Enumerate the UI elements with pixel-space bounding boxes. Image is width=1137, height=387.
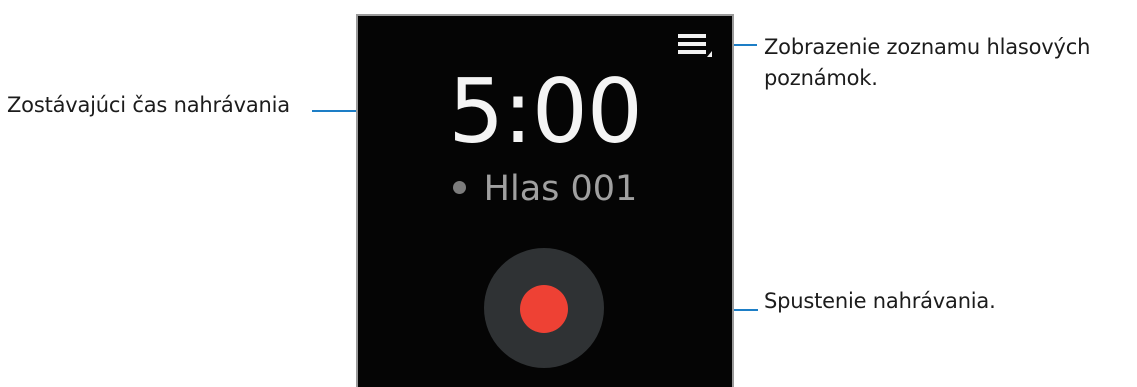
remaining-time-display: 5:00 (448, 60, 643, 163)
callout-voice-list-line2: poznámok. (764, 66, 878, 90)
record-dot-icon (520, 285, 568, 333)
recording-name-row: Hlas 001 (358, 168, 732, 210)
record-button[interactable] (484, 248, 604, 368)
list-menu-icon (678, 34, 712, 57)
recording-status-dot-icon (452, 180, 466, 194)
voice-memo-screen: 5:00 Hlas 001 (356, 14, 734, 387)
recording-name: Hlas 001 (483, 169, 638, 209)
callout-start-recording: Spustenie nahrávania. (764, 289, 996, 313)
callout-remaining-time: Zostávajúci čas nahrávania (7, 93, 290, 117)
callout-voice-list-line1: Zobrazenie zoznamu hlasových (764, 35, 1091, 59)
voice-memo-list-button[interactable] (678, 31, 712, 65)
